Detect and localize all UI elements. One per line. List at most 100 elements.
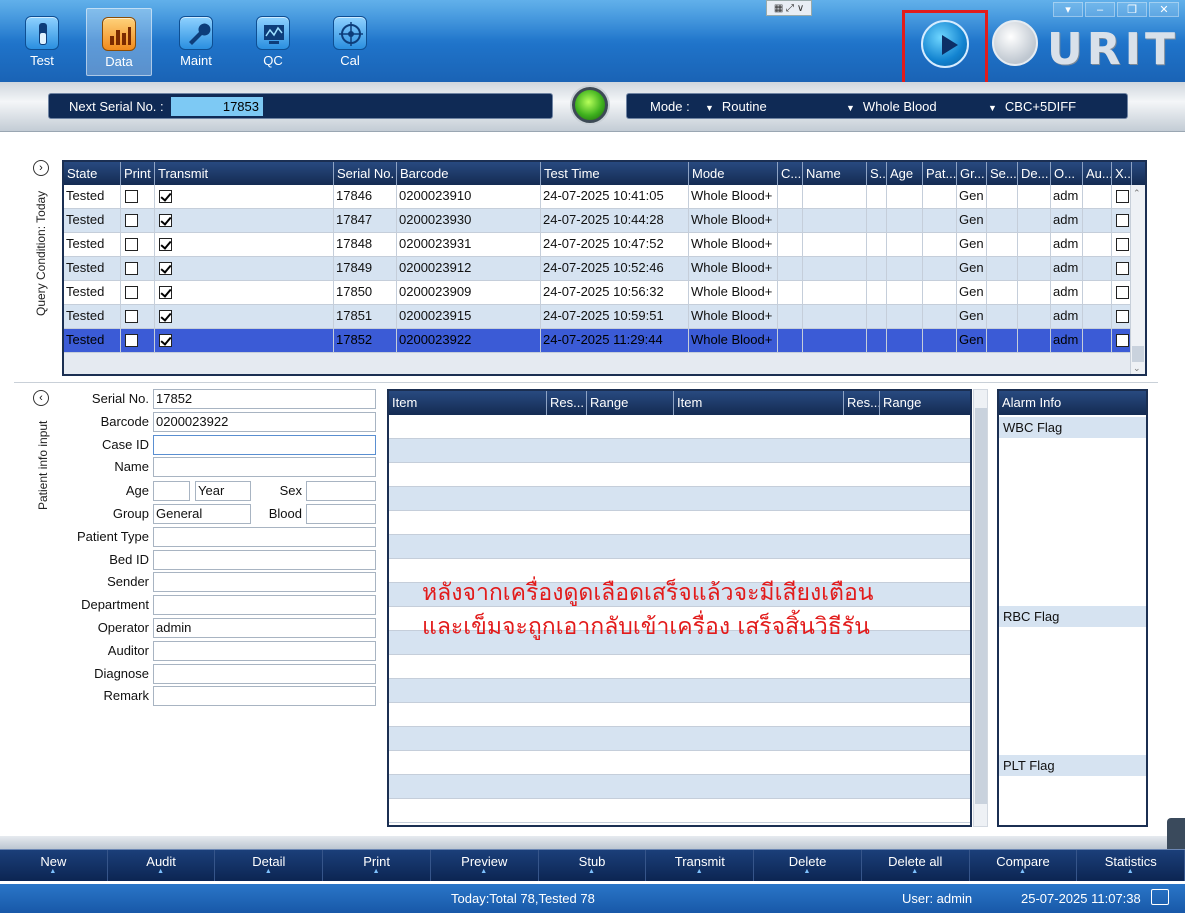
- results-scroll-thumb[interactable]: [975, 408, 987, 804]
- sex-field[interactable]: [306, 481, 376, 501]
- mode-test-select[interactable]: ▼ CBC+5DIFF: [988, 99, 1076, 114]
- toolbar-qc-button[interactable]: QC: [240, 8, 306, 76]
- action-button-statistics[interactable]: Statistics: [1077, 850, 1185, 884]
- column-header[interactable]: Print: [121, 162, 155, 185]
- column-header[interactable]: De...: [1018, 162, 1051, 185]
- scroll-down-icon[interactable]: ⌄: [1133, 363, 1141, 374]
- close-icon[interactable]: ✕: [1149, 2, 1179, 17]
- droplet-icon[interactable]: [992, 20, 1038, 66]
- row-select-checkbox[interactable]: [1116, 190, 1129, 204]
- toolbar-maint-label: Maint: [180, 53, 212, 68]
- print-checkbox[interactable]: [125, 286, 138, 300]
- grid-view-icon[interactable]: ▦ ⤢ ∨: [766, 0, 812, 16]
- name-field[interactable]: [153, 457, 376, 477]
- toolbar-cal-button[interactable]: Cal: [317, 8, 383, 76]
- table-row[interactable]: Tested 17852 0200023922 24-07-2025 11:29:44…: [64, 329, 1145, 353]
- scroll-thumb[interactable]: [1132, 346, 1144, 362]
- table-row[interactable]: Tested 17849 0200023912 24-07-2025 10:52:46…: [64, 257, 1145, 281]
- dropdown-icon[interactable]: ▾: [1053, 2, 1083, 17]
- toolbar-maint-button[interactable]: Maint: [163, 8, 229, 76]
- column-header[interactable]: O...: [1051, 162, 1083, 185]
- column-header[interactable]: Transmit: [155, 162, 334, 185]
- table-row[interactable]: Tested 17851 0200023915 24-07-2025 10:59:51…: [64, 305, 1145, 329]
- table-row[interactable]: Tested 17850 0200023909 24-07-2025 10:56:32…: [64, 281, 1145, 305]
- print-checkbox[interactable]: [125, 190, 138, 204]
- column-header[interactable]: Test Time: [541, 162, 689, 185]
- diagnose-field[interactable]: [153, 664, 376, 684]
- restore-icon[interactable]: ❐: [1117, 2, 1147, 17]
- action-button-new[interactable]: New: [0, 850, 108, 884]
- column-header[interactable]: X...: [1112, 162, 1132, 185]
- transmit-checkbox[interactable]: [159, 238, 172, 252]
- print-checkbox[interactable]: [125, 310, 138, 324]
- column-header[interactable]: State: [64, 162, 121, 185]
- action-button-audit[interactable]: Audit: [108, 850, 216, 884]
- scroll-up-icon[interactable]: ⌃: [1133, 188, 1141, 199]
- action-button-detail[interactable]: Detail: [215, 850, 324, 884]
- column-header[interactable]: Se...: [987, 162, 1018, 185]
- transmit-checkbox[interactable]: [159, 334, 172, 348]
- column-header[interactable]: Pat...: [923, 162, 957, 185]
- column-header[interactable]: Barcode: [397, 162, 541, 185]
- column-header[interactable]: Name: [803, 162, 867, 185]
- transmit-checkbox[interactable]: [159, 214, 172, 228]
- auditor-field[interactable]: [153, 641, 376, 661]
- print-checkbox[interactable]: [125, 238, 138, 252]
- table-row[interactable]: Tested 17847 0200023930 24-07-2025 10:44:28…: [64, 209, 1145, 233]
- action-button-delete-all[interactable]: Delete all: [862, 850, 970, 884]
- bed-id-field[interactable]: [153, 550, 376, 570]
- print-checkbox[interactable]: [125, 334, 138, 348]
- barcode-field[interactable]: 0200023922: [153, 412, 376, 432]
- row-select-checkbox[interactable]: [1116, 238, 1129, 252]
- remark-field[interactable]: [153, 686, 376, 706]
- column-header[interactable]: Age: [887, 162, 923, 185]
- column-header[interactable]: Gr...: [957, 162, 987, 185]
- transmit-checkbox[interactable]: [159, 190, 172, 204]
- row-select-checkbox[interactable]: [1116, 214, 1129, 228]
- patient-collapse-button[interactable]: ‹: [31, 390, 51, 406]
- patient-type-field[interactable]: [153, 527, 376, 547]
- print-checkbox[interactable]: [125, 214, 138, 228]
- next-serial-input[interactable]: 17853: [171, 97, 263, 116]
- table-cell-mode: Whole Blood+: [689, 281, 778, 304]
- transmit-checkbox[interactable]: [159, 310, 172, 324]
- table-scrollbar[interactable]: ⌃ ⌄: [1130, 185, 1145, 374]
- action-button-print[interactable]: Print: [323, 850, 431, 884]
- toolbar-test-button[interactable]: Test: [9, 8, 75, 76]
- table-cell-empty: [803, 305, 867, 328]
- column-header[interactable]: Serial No.: [334, 162, 397, 185]
- age-field[interactable]: [153, 481, 190, 501]
- print-checkbox[interactable]: [125, 262, 138, 276]
- table-row[interactable]: Tested 17848 0200023931 24-07-2025 10:47:52…: [64, 233, 1145, 257]
- column-header[interactable]: C...: [778, 162, 803, 185]
- sender-field[interactable]: [153, 572, 376, 592]
- action-button-transmit[interactable]: Transmit: [646, 850, 755, 884]
- table-row[interactable]: Tested 17846 0200023910 24-07-2025 10:41:05…: [64, 185, 1145, 209]
- serial-no-field[interactable]: 17852: [153, 389, 376, 409]
- action-button-delete[interactable]: Delete: [754, 850, 862, 884]
- table-cell-barcode: 0200023931: [397, 233, 541, 256]
- action-button-preview[interactable]: Preview: [431, 850, 539, 884]
- row-select-checkbox[interactable]: [1116, 334, 1129, 348]
- table-cell-group: Gen: [957, 209, 987, 232]
- row-select-checkbox[interactable]: [1116, 310, 1129, 324]
- mode-blood-select[interactable]: ▼ Whole Blood: [846, 99, 937, 114]
- column-header[interactable]: Mode: [689, 162, 778, 185]
- row-select-checkbox[interactable]: [1116, 286, 1129, 300]
- mode-routine-select[interactable]: ▼ Routine: [705, 99, 767, 114]
- department-field[interactable]: [153, 595, 376, 615]
- column-header[interactable]: S...: [867, 162, 887, 185]
- action-button-stub[interactable]: Stub: [539, 850, 647, 884]
- case-id-field[interactable]: [153, 435, 376, 455]
- operator-field[interactable]: admin: [153, 618, 376, 638]
- blood-field[interactable]: [306, 504, 376, 524]
- results-scrollbar[interactable]: [973, 389, 988, 827]
- column-header[interactable]: Au...: [1083, 162, 1112, 185]
- action-button-compare[interactable]: Compare: [970, 850, 1078, 884]
- transmit-checkbox[interactable]: [159, 286, 172, 300]
- row-select-checkbox[interactable]: [1116, 262, 1129, 276]
- minimize-icon[interactable]: –: [1085, 2, 1115, 17]
- query-collapse-button[interactable]: ›: [31, 160, 51, 176]
- toolbar-data-button[interactable]: Data: [86, 8, 152, 76]
- transmit-checkbox[interactable]: [159, 262, 172, 276]
